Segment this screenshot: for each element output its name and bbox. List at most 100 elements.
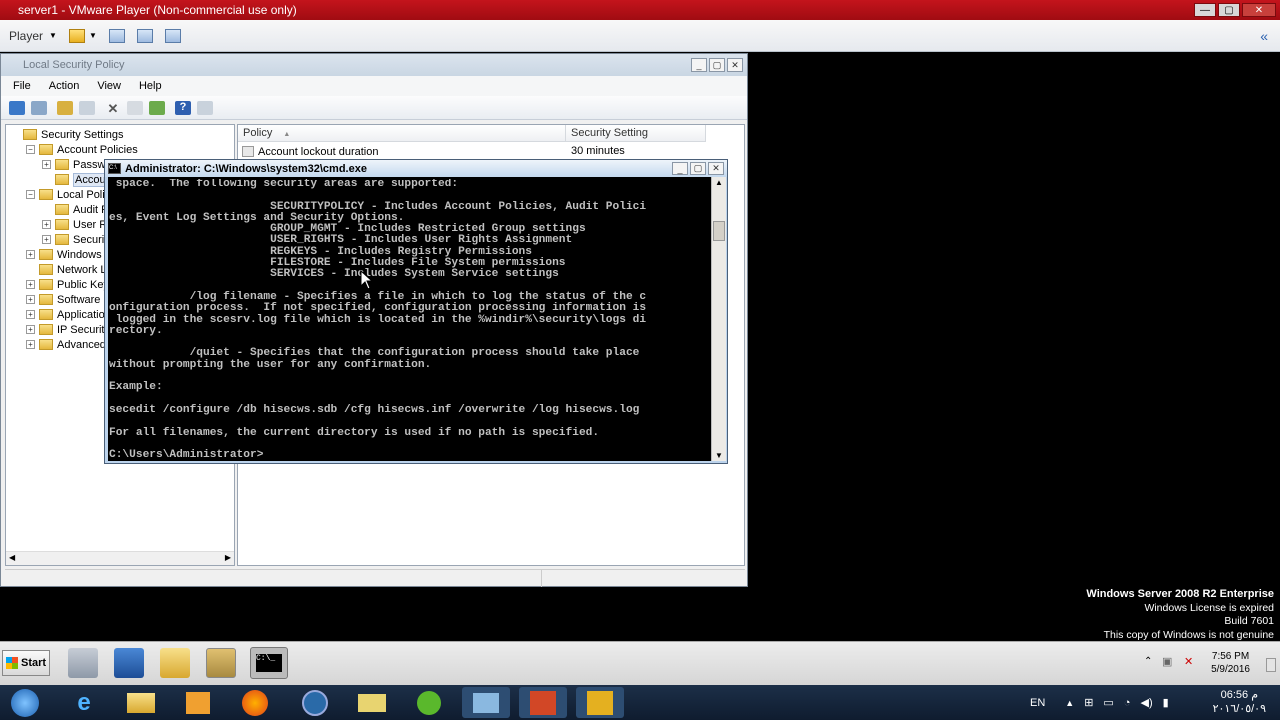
send-ctrl-alt-del-icon[interactable] bbox=[108, 28, 125, 43]
firefox-icon[interactable] bbox=[231, 687, 279, 718]
expand-icon[interactable]: + bbox=[26, 325, 35, 334]
help-icon[interactable]: ? bbox=[175, 100, 191, 115]
tray-up-icon[interactable]: ▲ bbox=[1065, 698, 1074, 708]
start-button[interactable]: Start bbox=[2, 650, 50, 676]
vmware-minimize-button[interactable]: — bbox=[1194, 3, 1216, 17]
media-player-icon[interactable] bbox=[174, 687, 222, 718]
windows-flag-icon[interactable]: ⊞ bbox=[1084, 696, 1093, 709]
tree-item[interactable]: + Security bbox=[42, 232, 113, 247]
app-icon[interactable] bbox=[291, 687, 339, 718]
host-clock[interactable]: 06:56 م ٢٠١٦/٠٥/٠٩ bbox=[1213, 688, 1266, 716]
view-icon[interactable] bbox=[197, 100, 213, 115]
cmd-minimize-button[interactable]: _ bbox=[672, 162, 688, 175]
vmware-maximize-button[interactable]: ▢ bbox=[1218, 3, 1240, 17]
power-icon[interactable]: ▮ bbox=[1163, 696, 1169, 709]
scroll-thumb[interactable] bbox=[713, 221, 725, 241]
host-start-button[interactable] bbox=[2, 687, 48, 718]
cmd-window[interactable]: C:\ Administrator: C:\Windows\system32\c… bbox=[104, 159, 728, 464]
tray-chevron-icon[interactable]: ⌃ bbox=[1144, 656, 1152, 667]
expand-icon[interactable]: + bbox=[26, 250, 35, 259]
show-hide-tree-icon[interactable] bbox=[79, 100, 95, 115]
vmware-task-icon[interactable] bbox=[576, 687, 624, 718]
cmd-output: space. The following security areas are … bbox=[109, 179, 647, 461]
powerpoint-icon[interactable] bbox=[519, 687, 567, 718]
column-header-policy[interactable]: Policy ▲ bbox=[238, 125, 566, 142]
pause-icon[interactable] bbox=[68, 28, 85, 43]
cmd-maximize-button[interactable]: ▢ bbox=[690, 162, 706, 175]
menu-help[interactable]: Help bbox=[139, 80, 162, 92]
fullscreen-icon[interactable] bbox=[136, 28, 153, 43]
lsp-maximize-button[interactable]: ▢ bbox=[709, 58, 725, 72]
tree-item[interactable]: − Account Policies bbox=[26, 142, 138, 157]
show-desktop-button[interactable] bbox=[1266, 658, 1276, 672]
unity-icon[interactable] bbox=[164, 28, 181, 43]
menu-action[interactable]: Action bbox=[49, 80, 80, 92]
remote-desktop-icon[interactable] bbox=[462, 687, 510, 718]
expand-icon[interactable]: + bbox=[26, 310, 35, 319]
powershell-icon[interactable] bbox=[114, 648, 144, 678]
monitor-icon[interactable]: ▭ bbox=[1103, 696, 1113, 709]
chevron-down-icon[interactable]: ▼ bbox=[89, 31, 97, 40]
guest-clock[interactable]: 7:56 PM 5/9/2016 bbox=[1211, 650, 1250, 676]
expand-icon[interactable]: + bbox=[26, 295, 35, 304]
guest-time: 7:56 PM bbox=[1211, 651, 1250, 662]
policy-icon bbox=[242, 146, 254, 157]
volume-muted-icon[interactable]: ✕ bbox=[1184, 655, 1193, 668]
internet-explorer-icon[interactable]: e bbox=[60, 687, 108, 718]
export-list-icon[interactable] bbox=[149, 100, 165, 115]
cmd-title-bar[interactable]: C:\ Administrator: C:\Windows\system32\c… bbox=[105, 160, 727, 177]
column-header-setting[interactable]: Security Setting bbox=[566, 125, 706, 142]
back-arrow-icon[interactable] bbox=[9, 100, 25, 115]
cmd-console[interactable]: space. The following security areas are … bbox=[108, 177, 711, 461]
wifi-icon[interactable]: ◔ bbox=[1124, 697, 1131, 709]
expand-icon[interactable]: + bbox=[26, 340, 35, 349]
player-menu[interactable]: Player bbox=[9, 29, 43, 43]
expand-icon[interactable]: + bbox=[42, 160, 51, 169]
scroll-up-icon[interactable]: ▲ bbox=[715, 178, 723, 187]
folder-icon bbox=[39, 324, 53, 335]
notes-icon[interactable] bbox=[348, 687, 396, 718]
expand-icon[interactable]: + bbox=[26, 280, 35, 289]
sort-up-icon: ▲ bbox=[283, 131, 291, 138]
security-policy-task-icon[interactable] bbox=[206, 648, 236, 678]
vmware-close-button[interactable]: ✕ bbox=[1242, 3, 1276, 17]
scroll-left-icon[interactable]: ◀ bbox=[9, 553, 15, 562]
table-row[interactable]: Account lockout duration bbox=[242, 144, 378, 159]
collapse-toolbar-icon[interactable]: « bbox=[1260, 28, 1268, 44]
forward-arrow-icon[interactable] bbox=[31, 100, 47, 115]
scroll-down-icon[interactable]: ▼ bbox=[715, 451, 723, 460]
menu-file[interactable]: File bbox=[13, 80, 31, 92]
language-indicator[interactable]: EN bbox=[1030, 697, 1045, 709]
lsp-close-button[interactable]: ✕ bbox=[727, 58, 743, 72]
properties-icon[interactable] bbox=[127, 100, 143, 115]
utorrent-icon[interactable] bbox=[405, 687, 453, 718]
lsp-status-bar bbox=[5, 569, 745, 587]
cmd-close-button[interactable]: ✕ bbox=[708, 162, 724, 175]
collapse-icon[interactable]: − bbox=[26, 145, 35, 154]
scroll-right-icon[interactable]: ▶ bbox=[225, 553, 231, 562]
cmd-task-icon: C:\_ bbox=[256, 654, 282, 672]
up-folder-icon[interactable] bbox=[57, 100, 73, 115]
tree-horizontal-scrollbar[interactable]: ◀ ▶ bbox=[6, 551, 234, 565]
menu-view[interactable]: View bbox=[97, 80, 121, 92]
folder-icon bbox=[39, 144, 53, 155]
lsp-title: Local Security Policy bbox=[23, 59, 125, 71]
delete-icon[interactable]: ✕ bbox=[105, 101, 121, 116]
volume-icon[interactable]: ◀) bbox=[1140, 696, 1152, 709]
column-header-policy-label: Policy bbox=[243, 127, 273, 139]
expand-icon[interactable]: + bbox=[42, 220, 51, 229]
network-icon[interactable]: ▣ bbox=[1162, 655, 1172, 668]
host-explorer-icon[interactable] bbox=[117, 687, 165, 718]
tree-item[interactable]: Security Settings bbox=[10, 127, 124, 142]
cmd-vertical-scrollbar[interactable]: ▲ ▼ bbox=[711, 177, 726, 461]
explorer-icon[interactable] bbox=[160, 648, 190, 678]
cmd-task-button[interactable]: C:\_ bbox=[250, 647, 288, 679]
expand-icon[interactable]: + bbox=[42, 235, 51, 244]
folder-icon bbox=[39, 189, 53, 200]
server-manager-icon[interactable] bbox=[68, 648, 98, 678]
collapse-icon[interactable]: − bbox=[26, 190, 35, 199]
lsp-minimize-button[interactable]: _ bbox=[691, 58, 707, 72]
chevron-down-icon[interactable]: ▼ bbox=[49, 31, 57, 40]
